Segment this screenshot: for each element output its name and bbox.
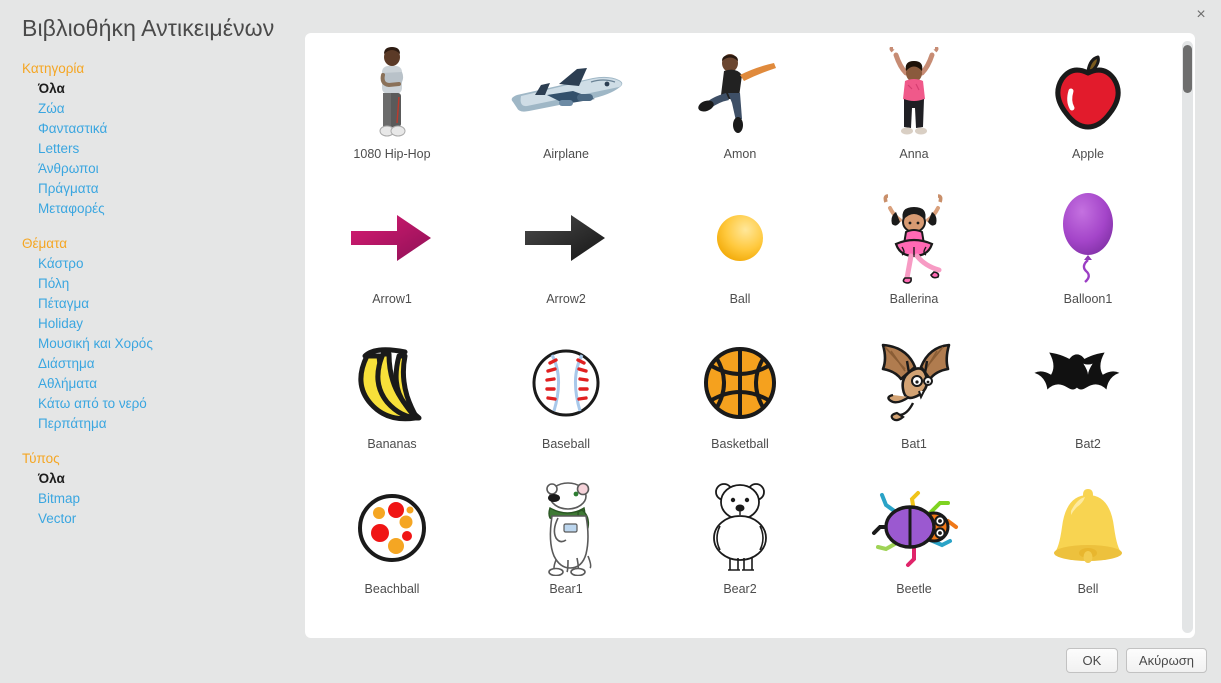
library-item-label: Apple: [1072, 147, 1104, 161]
sidebar-item[interactable]: Μουσική και Χορός: [0, 334, 300, 354]
library-item-label: Airplane: [543, 147, 589, 161]
hiphop-dancer-icon: [332, 41, 452, 145]
library-item-label: Arrow2: [546, 292, 586, 306]
sidebar: Κατηγορία Όλα Ζώα Φανταστικά Letters Άνθρωποι…: [0, 58, 300, 543]
library-grid: 1080 Hip-Hop Airplane Amon Anna Apple Ar…: [305, 33, 1175, 638]
close-icon[interactable]: ×: [1189, 3, 1213, 27]
cancel-button[interactable]: Ακύρωση: [1125, 648, 1207, 673]
library-item-label: Bananas: [367, 437, 417, 451]
apple-icon: [1028, 41, 1148, 145]
sidebar-item[interactable]: Φανταστικά: [0, 119, 300, 139]
library-item[interactable]: Bear1: [479, 476, 653, 621]
library-item[interactable]: Baseball: [479, 331, 653, 476]
sidebar-item[interactable]: Όλα: [0, 469, 300, 489]
ball-icon: [680, 186, 800, 290]
sidebar-group-title: Τύπος: [22, 451, 60, 466]
sidebar-item[interactable]: Κάστρο: [0, 254, 300, 274]
library-item-label: Arrow1: [372, 292, 412, 306]
library-item[interactable]: Apple: [1001, 41, 1175, 186]
library-item[interactable]: Basketball: [653, 331, 827, 476]
bananas-icon: [332, 331, 452, 435]
bat-black-icon: [1028, 331, 1148, 435]
sidebar-item[interactable]: Όλα: [0, 79, 300, 99]
sidebar-item[interactable]: Διάστημα: [0, 354, 300, 374]
sidebar-item[interactable]: Ζώα: [0, 99, 300, 119]
sidebar-item[interactable]: Letters: [0, 139, 300, 159]
bell-icon: [1028, 476, 1148, 580]
bear-outline-icon: [680, 476, 800, 580]
library-item-label: Amon: [723, 147, 757, 161]
ok-button[interactable]: OK: [1065, 648, 1118, 673]
library-item-label: Anna: [899, 147, 929, 161]
library-item-label: Bell: [1077, 582, 1099, 596]
library-item-label: Beetle: [896, 582, 932, 596]
airplane-icon: [506, 41, 626, 145]
sidebar-item[interactable]: Περπάτημα: [0, 414, 300, 434]
balloon-purple-icon: [1028, 186, 1148, 290]
amon-dancer-icon: [680, 41, 800, 145]
library-item[interactable]: Balloon1: [1001, 186, 1175, 331]
scrollbar-thumb[interactable]: [1183, 45, 1192, 93]
anna-dancer-icon: [854, 41, 974, 145]
baseball-icon: [506, 331, 626, 435]
sidebar-group: Τύπος Όλα Bitmap Vector: [0, 448, 300, 529]
library-item-label: Beachball: [364, 582, 420, 596]
library-item[interactable]: Beetle: [827, 476, 1001, 621]
library-item-label: Baseball: [542, 437, 590, 451]
library-item[interactable]: Arrow2: [479, 186, 653, 331]
sidebar-item[interactable]: Bitmap: [0, 489, 300, 509]
library-item-label: 1080 Hip-Hop: [353, 147, 431, 161]
ballerina-icon: [854, 186, 974, 290]
object-library-dialog: × Βιβλιοθήκη Αντικειμένων Κατηγορία Όλα Ζώ…: [0, 0, 1221, 683]
library-item-label: Ballerina: [889, 292, 939, 306]
bat-brown-icon: [854, 331, 974, 435]
sidebar-group-title: Κατηγορία: [22, 61, 85, 76]
arrow-magenta-icon: [332, 186, 452, 290]
library-item[interactable]: Bat2: [1001, 331, 1175, 476]
scrollbar[interactable]: [1182, 41, 1193, 633]
library-item[interactable]: Bell: [1001, 476, 1175, 621]
library-item[interactable]: Anna: [827, 41, 1001, 186]
sidebar-item[interactable]: Πέταγμα: [0, 294, 300, 314]
sidebar-item[interactable]: Holiday: [0, 314, 300, 334]
sidebar-group: Κατηγορία Όλα Ζώα Φανταστικά Letters Άνθρωποι…: [0, 58, 300, 219]
library-item[interactable]: Bat1: [827, 331, 1001, 476]
sidebar-item[interactable]: Μεταφορές: [0, 199, 300, 219]
polar-bear-scarf-icon: [506, 476, 626, 580]
library-item-label: Bear1: [549, 582, 583, 596]
library-item[interactable]: Ball: [653, 186, 827, 331]
library-panel: 1080 Hip-Hop Airplane Amon Anna Apple Ar…: [305, 33, 1195, 638]
library-item-label: Bat2: [1075, 437, 1101, 451]
sidebar-item[interactable]: Πράγματα: [0, 179, 300, 199]
beachball-icon: [332, 476, 452, 580]
library-item-label: Balloon1: [1063, 292, 1113, 306]
arrow-dark-icon: [506, 186, 626, 290]
library-item[interactable]: Ballerina: [827, 186, 1001, 331]
sidebar-item[interactable]: Κάτω από το νερό: [0, 394, 300, 414]
library-item[interactable]: Bear2: [653, 476, 827, 621]
library-item[interactable]: 1080 Hip-Hop: [305, 41, 479, 186]
library-item[interactable]: Airplane: [479, 41, 653, 186]
sidebar-item[interactable]: Άνθρωποι: [0, 159, 300, 179]
page-title: Βιβλιοθήκη Αντικειμένων: [22, 15, 275, 41]
library-item-label: Basketball: [711, 437, 769, 451]
sidebar-item[interactable]: Πόλη: [0, 274, 300, 294]
library-item[interactable]: Bananas: [305, 331, 479, 476]
library-item[interactable]: Beachball: [305, 476, 479, 621]
library-item-label: Ball: [729, 292, 751, 306]
library-item-label: Bear2: [723, 582, 757, 596]
library-item[interactable]: Arrow1: [305, 186, 479, 331]
sidebar-group-title: Θέματα: [22, 236, 68, 251]
beetle-icon: [854, 476, 974, 580]
sidebar-group: Θέματα Κάστρο Πόλη Πέταγμα Holiday Μουσική κα…: [0, 233, 300, 434]
sidebar-item[interactable]: Vector: [0, 509, 300, 529]
library-item-label: Bat1: [901, 437, 927, 451]
library-item[interactable]: Amon: [653, 41, 827, 186]
sidebar-item[interactable]: Αθλήματα: [0, 374, 300, 394]
basketball-icon: [680, 331, 800, 435]
dialog-footer: OK Ακύρωση: [1065, 648, 1207, 673]
